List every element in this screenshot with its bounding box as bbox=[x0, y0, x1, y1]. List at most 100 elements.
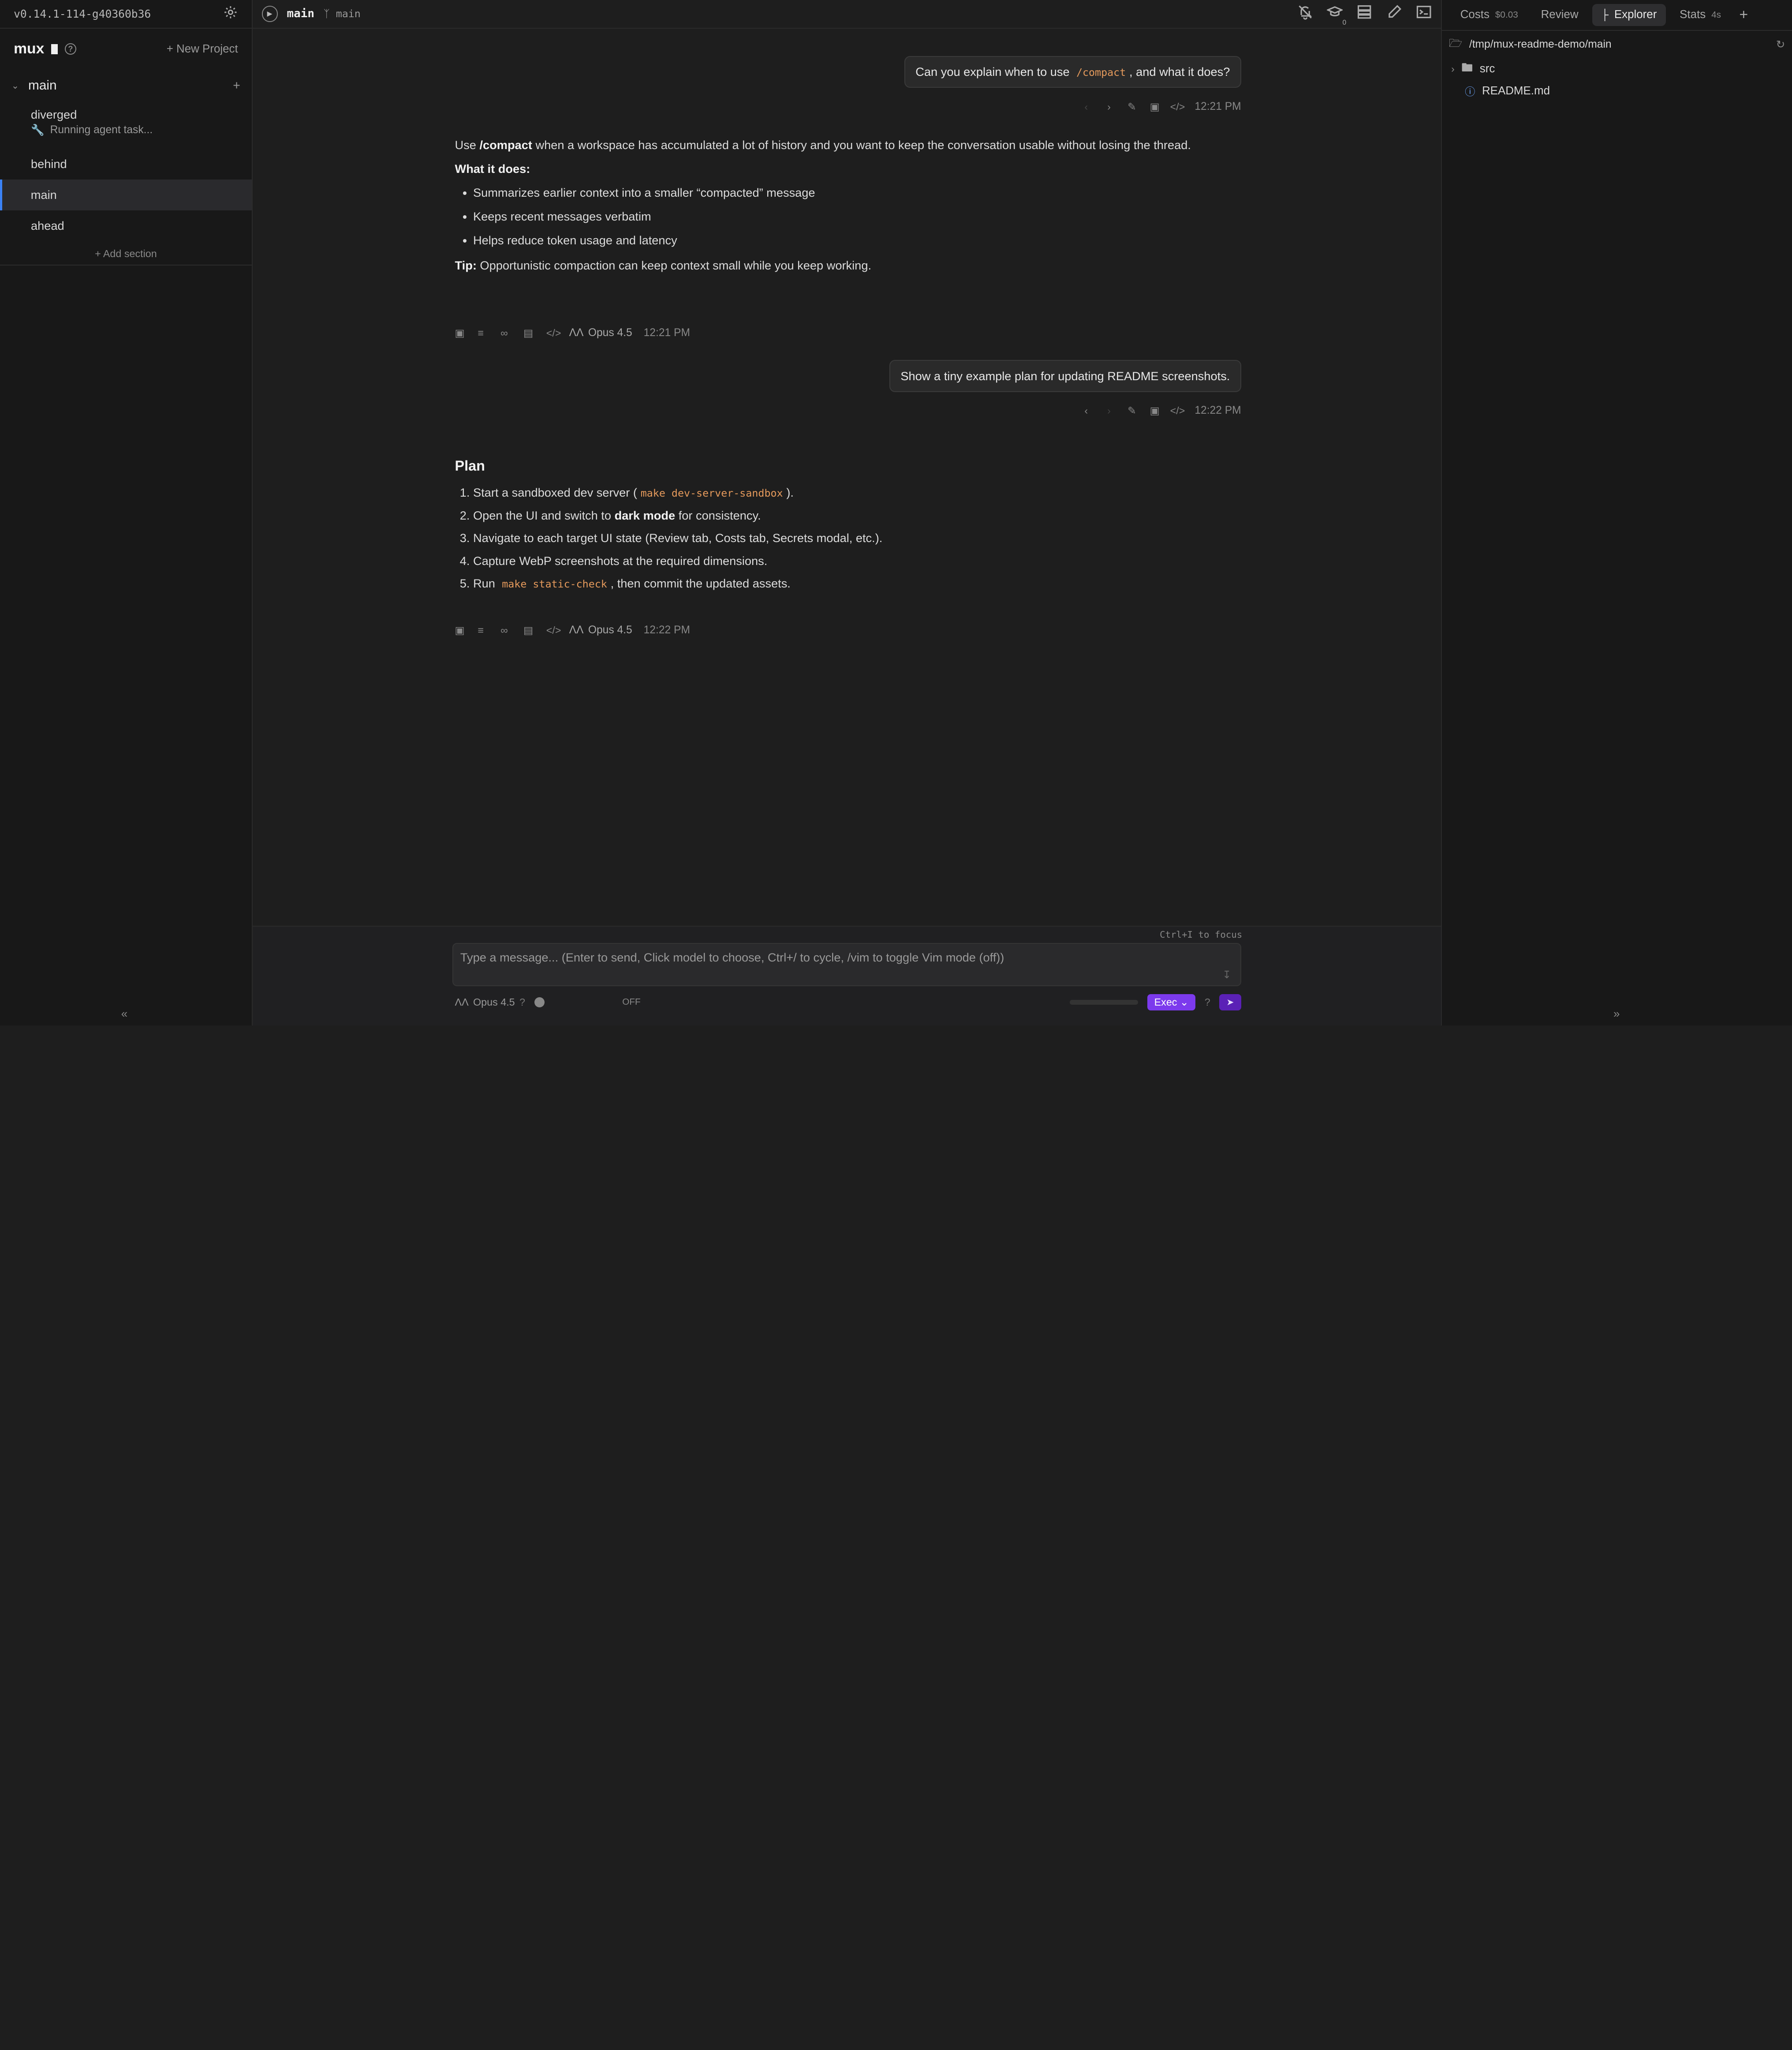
copy-icon[interactable]: ▣ bbox=[455, 625, 467, 636]
format-icon[interactable]: ≡ bbox=[478, 625, 489, 636]
chevron-right-icon[interactable]: › bbox=[1451, 63, 1455, 75]
plan-heading: Plan bbox=[455, 457, 485, 474]
add-workspace-icon[interactable]: + bbox=[233, 79, 240, 93]
prev-arrow-icon: ‹ bbox=[1084, 101, 1088, 112]
chat-transcript: Can you explain when to use /compact, an… bbox=[253, 29, 1441, 926]
user-message-actions: ‹ › ✎ ▣ </> 12:22 PM bbox=[1080, 404, 1241, 417]
tree-icon: ├ bbox=[1601, 9, 1609, 21]
copy-icon[interactable]: ▣ bbox=[1149, 405, 1161, 417]
prev-arrow-icon[interactable]: ‹ bbox=[1080, 405, 1092, 417]
tree-item-folder[interactable]: › 🖿 src bbox=[1442, 58, 1792, 80]
info-icon: ⓘ bbox=[1465, 86, 1475, 98]
model-selector[interactable]: ΛΛ Opus 4.5? bbox=[455, 996, 525, 1008]
input-placeholder: Type a message... (Enter to send, Click … bbox=[460, 950, 1004, 965]
list-item: Keeps recent messages verbatim bbox=[473, 206, 1243, 227]
workspace-name: main bbox=[30, 187, 57, 202]
add-section-button[interactable]: + Add section bbox=[0, 241, 252, 266]
project-name: main bbox=[28, 78, 57, 93]
send-button[interactable]: ➤ bbox=[1219, 994, 1241, 1010]
layout-icon[interactable] bbox=[1356, 4, 1372, 23]
context-slider[interactable] bbox=[1069, 1000, 1139, 1005]
main-area: ▶ main ᛉ main 0 Can you explain when to … bbox=[252, 0, 1441, 1025]
play-icon[interactable]: ▶ bbox=[261, 6, 278, 22]
app-root: v0.14.1-114-g40360b36 mux ? + New Projec… bbox=[0, 0, 1792, 1025]
link-icon[interactable]: ∞ bbox=[500, 625, 512, 636]
workspace-item-behind[interactable]: behind bbox=[0, 149, 252, 180]
copy-icon[interactable]: ▣ bbox=[1149, 101, 1161, 112]
list-item: Capture WebP screenshots at the required… bbox=[473, 551, 1243, 571]
mode-help[interactable]: ? bbox=[1205, 996, 1210, 1008]
settings-gear-icon[interactable] bbox=[223, 5, 238, 23]
copy-icon[interactable]: ▣ bbox=[455, 327, 467, 339]
collapse-panel-button[interactable]: » bbox=[1613, 1008, 1620, 1021]
message-time: 12:22 PM bbox=[643, 624, 690, 636]
right-panel: Costs $0.03 Review ├ Explorer Stats 4s + 🗁 /… bbox=[1441, 0, 1792, 1025]
graduation-cap-icon[interactable]: 0 bbox=[1326, 4, 1346, 26]
next-arrow-icon[interactable]: › bbox=[1103, 101, 1115, 112]
tip-text: Tip: Opportunistic compaction can keep c… bbox=[455, 258, 872, 272]
anthropic-icon: ΛΛ bbox=[455, 996, 469, 1008]
code-icon[interactable]: </> bbox=[546, 625, 561, 636]
file-icon[interactable]: ▤ bbox=[523, 327, 535, 339]
collapse-sidebar-button[interactable]: « bbox=[121, 1008, 127, 1021]
file-icon[interactable]: ▤ bbox=[523, 625, 535, 636]
bullet-list: Summarizes earlier context into a smalle… bbox=[455, 183, 1243, 251]
bell-off-icon[interactable] bbox=[1297, 4, 1313, 23]
next-arrow-icon: › bbox=[1107, 404, 1111, 416]
sidebar: v0.14.1-114-g40360b36 mux ? + New Projec… bbox=[0, 0, 253, 1025]
mode-selector[interactable]: Exec ⌄ bbox=[1147, 994, 1195, 1011]
workspace-name: ahead bbox=[30, 218, 64, 232]
format-icon[interactable]: ≡ bbox=[478, 327, 489, 339]
pencil-icon[interactable] bbox=[1386, 4, 1402, 23]
message-time: 12:22 PM bbox=[1195, 404, 1241, 417]
response-intro: Use /compact when a workspace has accumu… bbox=[455, 138, 1191, 152]
workspace-item-ahead[interactable]: ahead bbox=[0, 210, 252, 241]
branch-label: ᛉ main bbox=[323, 7, 361, 20]
list-item: Open the UI and switch to dark mode for … bbox=[473, 505, 1243, 526]
explorer-path-row: 🗁 /tmp/mux-readme-demo/main ↻ bbox=[1442, 31, 1792, 58]
model-badge: ΛΛ Opus 4.5 bbox=[569, 327, 632, 339]
folder-open-icon: 🗁 bbox=[1449, 37, 1463, 50]
what-label: What it does: bbox=[455, 161, 530, 176]
chevron-down-icon[interactable]: ⌄ bbox=[11, 80, 19, 91]
edit-icon[interactable]: ✎ bbox=[1126, 405, 1138, 417]
notify-count: 0 bbox=[1342, 19, 1347, 27]
tab-review[interactable]: Review bbox=[1532, 4, 1587, 26]
project-row[interactable]: ⌄ main + bbox=[0, 74, 252, 97]
tab-stats[interactable]: Stats 4s bbox=[1670, 4, 1730, 26]
tab-explorer[interactable]: ├ Explorer bbox=[1592, 4, 1666, 26]
user-message: Show a tiny example plan for updating RE… bbox=[889, 360, 1241, 392]
list-item: Helps reduce token usage and latency bbox=[473, 230, 1243, 251]
workspace-item-main[interactable]: main bbox=[0, 179, 252, 210]
user-message: Can you explain when to use /compact, an… bbox=[904, 56, 1241, 88]
inline-code: /compact bbox=[1076, 67, 1126, 79]
focus-hint: Ctrl+I to focus bbox=[1160, 929, 1243, 940]
link-icon[interactable]: ∞ bbox=[500, 327, 512, 339]
tab-costs[interactable]: Costs $0.03 bbox=[1451, 4, 1527, 26]
list-item: Navigate to each target UI state (Review… bbox=[473, 528, 1243, 548]
tree-item-label: README.md bbox=[1482, 84, 1550, 97]
code-icon[interactable]: </> bbox=[546, 327, 561, 339]
terminal-icon[interactable] bbox=[1416, 4, 1432, 23]
refresh-icon[interactable]: ↻ bbox=[1776, 38, 1785, 51]
list-item: Summarizes earlier context into a smalle… bbox=[473, 183, 1243, 203]
workspace-item-diverged[interactable]: diverged 🔧 Running agent task... bbox=[0, 97, 252, 149]
message-input[interactable]: Type a message... (Enter to send, Click … bbox=[452, 943, 1241, 987]
new-project-button[interactable]: + New Project bbox=[167, 43, 238, 56]
explorer-path: /tmp/mux-readme-demo/main bbox=[1469, 38, 1612, 51]
brand-logo: mux ? bbox=[14, 41, 76, 57]
workspace-title: main bbox=[287, 7, 314, 21]
edit-icon[interactable]: ✎ bbox=[1126, 101, 1138, 112]
add-tab-button[interactable]: + bbox=[1735, 7, 1752, 23]
help-icon[interactable]: ? bbox=[65, 43, 76, 55]
composer: Ctrl+I to focus Type a message... (Enter… bbox=[252, 926, 1441, 1025]
plan-steps: Start a sandboxed dev server (make dev-s… bbox=[455, 483, 1243, 594]
code-icon[interactable]: </> bbox=[1170, 101, 1185, 112]
code-icon[interactable]: </> bbox=[1170, 405, 1185, 417]
brand-row: mux ? + New Project bbox=[0, 29, 252, 70]
panel-tabs: Costs $0.03 Review ├ Explorer Stats 4s + bbox=[1442, 0, 1792, 31]
thinking-toggle[interactable] bbox=[534, 997, 545, 1008]
mic-icon[interactable]: ↧ bbox=[1222, 969, 1231, 981]
tree-item-label: src bbox=[1479, 63, 1495, 75]
tree-item-file[interactable]: ⓘ README.md bbox=[1442, 80, 1792, 101]
